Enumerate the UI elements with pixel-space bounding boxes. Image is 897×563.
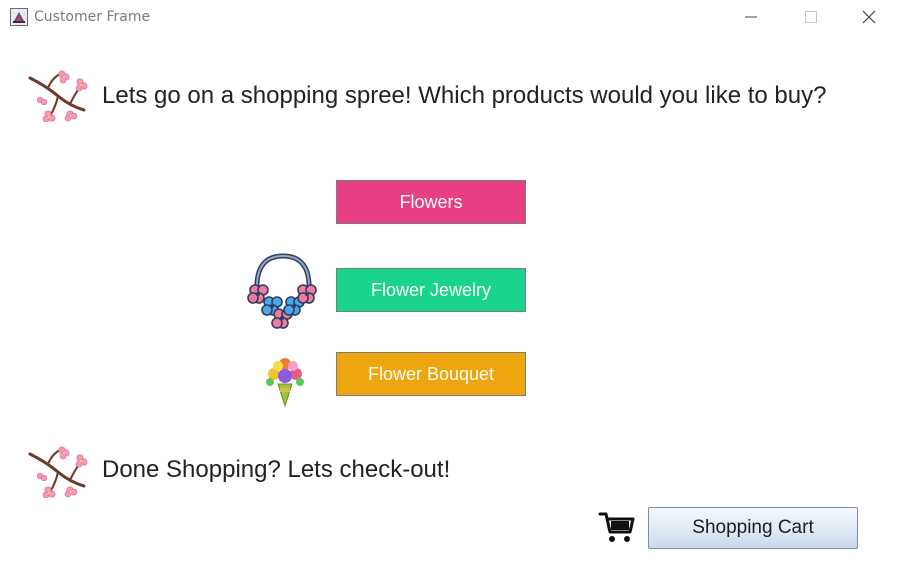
- customer-frame-window: Customer Frame Lets go on a shopping spr…: [0, 0, 897, 563]
- close-icon: [862, 10, 876, 24]
- checkout-prompt: Done Shopping? Lets check-out!: [102, 456, 451, 483]
- cherry-blossom-branch-icon: [28, 70, 88, 122]
- window-title: Customer Frame: [34, 9, 151, 25]
- java-app-icon: [10, 8, 28, 26]
- flower-necklace-icon: [247, 253, 317, 329]
- shopping-cart-icon: [598, 512, 635, 542]
- flower-bouquet-icon: [266, 358, 304, 408]
- cherry-blossom-branch-icon: [28, 446, 88, 498]
- shopping-cart-button[interactable]: Shopping Cart: [648, 507, 858, 549]
- flower-jewelry-button[interactable]: Flower Jewelry: [336, 268, 526, 312]
- title-bar[interactable]: Customer Frame: [0, 0, 897, 34]
- close-button[interactable]: [846, 0, 892, 34]
- maximize-button[interactable]: [788, 0, 834, 34]
- shopping-prompt: Lets go on a shopping spree! Which produ…: [102, 82, 827, 109]
- minimize-button[interactable]: [728, 0, 774, 34]
- flowers-button[interactable]: Flowers: [336, 180, 526, 224]
- maximize-icon: [805, 11, 817, 23]
- minimize-icon: [745, 16, 757, 18]
- flower-bouquet-button[interactable]: Flower Bouquet: [336, 352, 526, 396]
